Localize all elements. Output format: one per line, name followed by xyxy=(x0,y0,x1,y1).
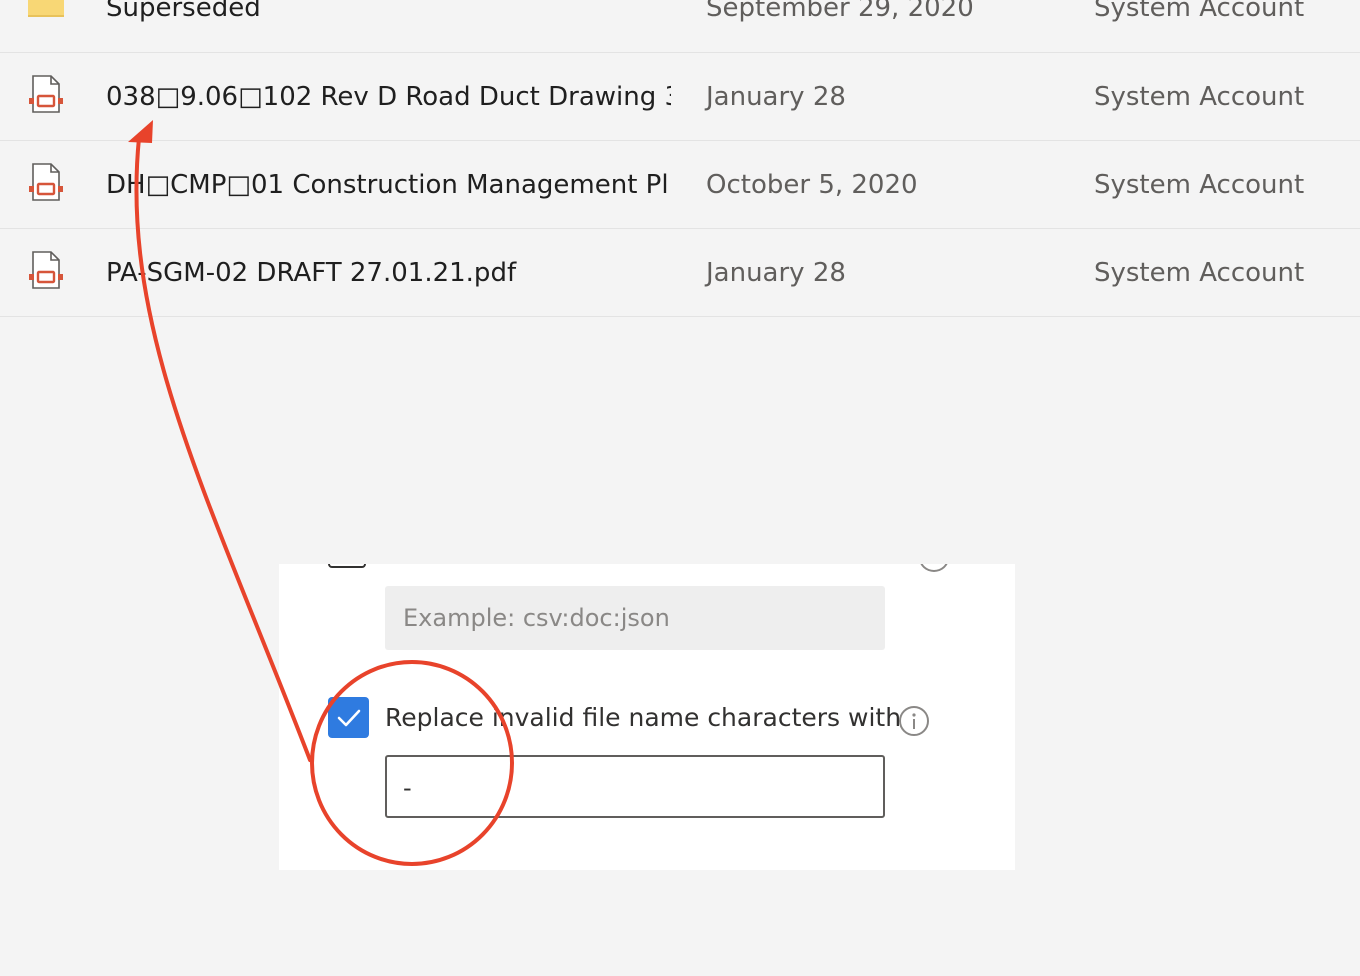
modified-date: January 28 xyxy=(706,258,846,288)
modified-date: January 28 xyxy=(706,82,846,112)
folder-icon xyxy=(28,0,64,26)
modified-by: System Account xyxy=(1094,258,1305,288)
modified-date: October 5, 2020 xyxy=(706,170,918,200)
modified-date: September 29, 2020 xyxy=(706,0,974,23)
settings-panel: Example: csv:doc:json Replace invalid fi… xyxy=(279,564,1015,870)
pdf-file-icon xyxy=(28,75,64,115)
replace-invalid-label: Replace invalid file name characters wit… xyxy=(385,703,902,732)
modified-by: System Account xyxy=(1094,82,1305,112)
file-name[interactable]: DH□CMP□01 Construction Management Pl... xyxy=(106,168,671,202)
file-extension-placeholder: Example: csv:doc:json xyxy=(403,604,670,632)
file-name[interactable]: Superseded xyxy=(106,0,671,25)
file-row[interactable]: PA-SGM-02 DRAFT 27.01.21.pdf January 28 … xyxy=(0,229,1360,317)
file-extension-checkbox[interactable] xyxy=(328,564,366,568)
pdf-file-icon xyxy=(28,251,64,291)
modified-by: System Account xyxy=(1094,170,1305,200)
modified-by: System Account xyxy=(1094,0,1305,23)
file-name[interactable]: 038□9.06□102 Rev D Road Duct Drawing 3 .… xyxy=(106,80,671,114)
info-icon[interactable] xyxy=(898,705,930,737)
info-icon[interactable] xyxy=(919,564,949,572)
file-extension-input[interactable]: Example: csv:doc:json xyxy=(385,586,885,650)
replacement-character-value: - xyxy=(403,774,412,802)
file-row[interactable]: Superseded September 29, 2020 System Acc… xyxy=(0,0,1360,53)
file-row[interactable]: 038□9.06□102 Rev D Road Duct Drawing 3 .… xyxy=(0,53,1360,141)
file-row[interactable]: DH□CMP□01 Construction Management Pl... … xyxy=(0,141,1360,229)
pdf-file-icon xyxy=(28,163,64,203)
checkmark-icon xyxy=(337,709,361,727)
file-name[interactable]: PA-SGM-02 DRAFT 27.01.21.pdf xyxy=(106,256,671,290)
replace-invalid-checkbox[interactable] xyxy=(328,697,369,738)
replacement-character-input[interactable]: - xyxy=(385,755,885,818)
